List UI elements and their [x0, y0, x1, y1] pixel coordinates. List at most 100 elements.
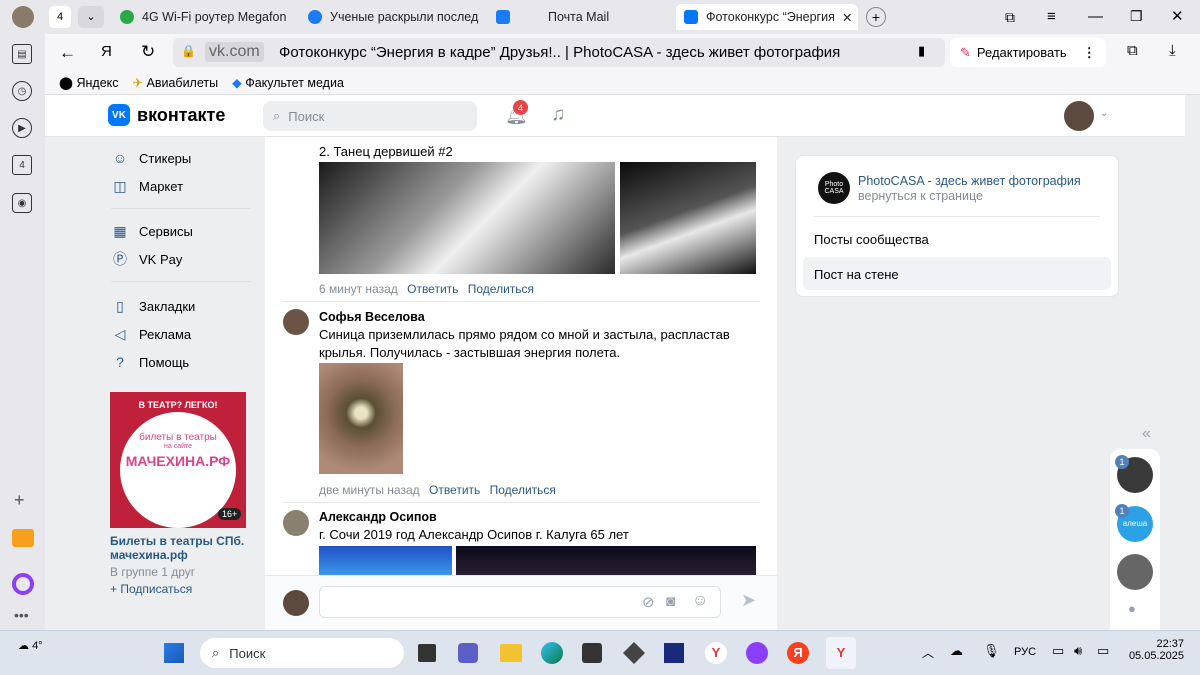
chat-icon[interactable]: ● [1128, 601, 1136, 616]
menu-label: Сервисы [139, 223, 193, 239]
comment-input[interactable]: ⊘ ◙ ☺ [319, 586, 721, 618]
sochi-photo-1[interactable] [319, 546, 452, 576]
edit-button[interactable]: ✎ Редактировать ⋮ [950, 38, 1106, 67]
dervish-photo-1[interactable] [319, 162, 615, 274]
maximize-icon[interactable]: ❐ [1130, 8, 1143, 25]
tab-mail[interactable]: Почта Mail [488, 4, 668, 30]
chevron-down-icon[interactable]: ⌄ [1100, 108, 1108, 119]
dervish-photo-2[interactable] [620, 162, 756, 274]
start-icon[interactable] [164, 643, 184, 663]
bookmark-yandex[interactable]: ⬤ Яндекс [59, 75, 119, 90]
commenter-avatar[interactable] [283, 309, 309, 335]
profile-avatar[interactable] [12, 6, 34, 28]
language-indicator[interactable]: РУС [1014, 646, 1036, 658]
send-icon[interactable]: ➤ [741, 590, 756, 611]
taskbar-search[interactable]: ⌕ Поиск [200, 638, 404, 668]
yandex-browser-icon[interactable]: Я [787, 642, 809, 664]
store-icon[interactable] [582, 643, 602, 663]
tab-vk[interactable]: Фотоконкурс “Энергия ✕ [676, 4, 858, 30]
collections-icon[interactable]: ⧉ [1005, 9, 1015, 26]
reply-link[interactable]: Ответить [407, 282, 458, 296]
back-to-page-link[interactable]: вернуться к странице [858, 189, 983, 203]
menu-bookmarks[interactable]: ▯ Закладки [111, 297, 195, 315]
reading-icon[interactable]: ⧉ [1127, 42, 1138, 59]
editor-icon[interactable] [664, 643, 684, 663]
close-icon[interactable]: ✕ [842, 10, 852, 25]
alice-app-icon[interactable] [746, 642, 768, 664]
tabs-dropdown-icon[interactable]: ⌄ [78, 6, 104, 28]
close-window-icon[interactable]: ✕ [1171, 7, 1184, 25]
more-vert-icon[interactable]: ⋮ [1083, 45, 1096, 61]
attach-icon[interactable]: ⊘ [642, 593, 655, 611]
teams-icon[interactable] [458, 643, 478, 663]
notifications-button[interactable]: 🔔︎ 4 [505, 100, 528, 126]
menu-market[interactable]: ◫ Маркет [111, 177, 183, 195]
share-link[interactable]: Поделиться [490, 483, 556, 497]
collapse-icon[interactable]: « [1142, 425, 1151, 443]
group-logo[interactable]: Photo CASA [818, 172, 850, 204]
back-icon[interactable]: ← [59, 43, 76, 63]
download-icon[interactable]: ⤓ [1169, 42, 1176, 59]
history-icon[interactable]: ◷ [12, 81, 32, 101]
yandex-icon[interactable]: Я [101, 43, 112, 60]
more-icon[interactable]: ••• [14, 607, 29, 623]
collections-sidebar-icon[interactable]: ▤ [12, 44, 32, 64]
ad-banner[interactable]: В ТЕАТР? ЛЕГКО! билеты в театры на сайте… [110, 392, 246, 528]
comment-author[interactable]: Александр Осипов [319, 510, 437, 524]
alice-icon[interactable] [12, 573, 34, 595]
new-tab-button[interactable]: + [866, 7, 886, 27]
share-link[interactable]: Поделиться [468, 282, 534, 296]
network-icon[interactable]: ☁ [950, 643, 963, 659]
menu-help[interactable]: ? Помощь [111, 353, 189, 371]
user-avatar[interactable] [1064, 101, 1094, 131]
comment-author[interactable]: Софья Веселова [319, 310, 425, 324]
nav-wall-post[interactable]: Пост на стене [803, 257, 1111, 290]
tab-counter[interactable]: 4 [49, 6, 71, 28]
emoji-icon[interactable]: ☺ [692, 592, 708, 610]
titmouse-photo[interactable] [319, 363, 403, 474]
tabs-badge[interactable]: 4 [12, 155, 32, 175]
reply-link[interactable]: Ответить [429, 483, 480, 497]
menu-icon[interactable]: ≡ [1047, 8, 1056, 25]
nav-community-posts[interactable]: Посты сообщества [814, 232, 929, 247]
chat-avatar-3[interactable] [1117, 554, 1153, 590]
mic-icon[interactable]: 🎙︎ [983, 643, 1000, 659]
tab-news[interactable]: Ученые раскрыли послед [300, 4, 480, 30]
ad-title[interactable]: Билеты в театры СПб. мачехина.рф [110, 534, 250, 562]
menu-services[interactable]: ▦ Сервисы [111, 222, 193, 240]
tray-chevron-icon[interactable]: ︿ [922, 644, 934, 661]
app-icon[interactable] [623, 642, 645, 664]
sochi-photo-2[interactable] [456, 546, 756, 576]
screenshot-icon[interactable]: ◉ [12, 193, 32, 213]
volume-icon[interactable]: 🔊︎ [1074, 643, 1082, 659]
explorer-icon[interactable] [500, 644, 522, 662]
ad-subscribe[interactable]: + Подписаться [110, 582, 192, 596]
menu-stickers[interactable]: ☺ Стикеры [111, 149, 191, 167]
taskview-icon[interactable] [418, 644, 436, 662]
weather-widget[interactable]: ☁ 4° [18, 639, 43, 652]
add-icon[interactable]: + [14, 490, 25, 511]
reload-icon[interactable]: ↻ [141, 42, 155, 62]
tab-megafon[interactable]: 4G Wi-Fi роутер Megafon [112, 4, 292, 30]
clock[interactable]: 22:37 05.05.2025 [1126, 638, 1184, 662]
play-icon[interactable]: ▶ [12, 118, 32, 138]
group-name[interactable]: PhotoCASA - здесь живет фотография [858, 174, 1081, 188]
bookmark-media[interactable]: ◆ Факультет медиа [232, 75, 344, 90]
camera-icon[interactable]: ◙ [666, 593, 675, 610]
yandex-app-icon[interactable]: Y [705, 642, 727, 664]
bookmark-icon[interactable]: ▮ [918, 43, 925, 59]
battery-icon[interactable]: ▭ [1097, 643, 1109, 659]
music-icon[interactable]: ♫ [551, 104, 565, 126]
minimize-icon[interactable]: — [1088, 8, 1103, 25]
menu-ads[interactable]: ◁ Реклама [111, 325, 192, 343]
bookmark-avia[interactable]: ✈ Авиабилеты [133, 75, 219, 90]
search-input[interactable]: ⌕ Поиск [263, 101, 477, 131]
display-icon[interactable]: ▭ [1052, 643, 1064, 659]
yandex-browser-active-icon[interactable]: Y [826, 637, 856, 669]
edge-icon[interactable] [541, 642, 563, 664]
menu-vkpay[interactable]: Ⓟ VK Pay [111, 250, 182, 268]
url-field[interactable]: 🔒 vk.com Фотоконкурс “Энергия в кадре” Д… [173, 38, 945, 67]
vk-logo[interactable]: VK вконтакте [108, 104, 225, 126]
commenter-avatar[interactable] [283, 510, 309, 536]
mail-app-icon[interactable] [12, 529, 34, 547]
